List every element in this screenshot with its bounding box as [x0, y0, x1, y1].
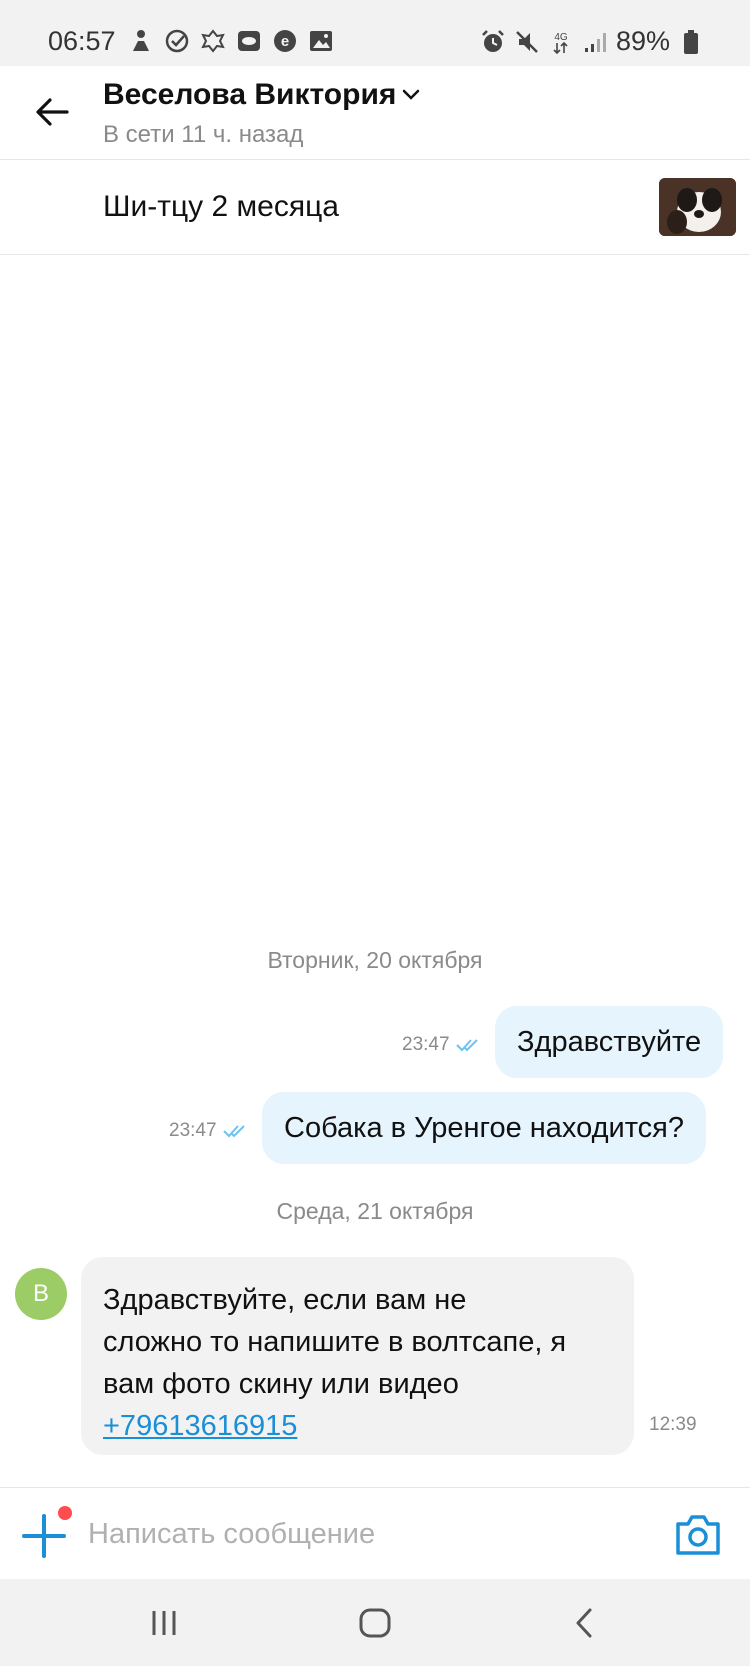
- double-check-icon: [455, 1039, 478, 1052]
- accessibility-icon: [128, 28, 154, 54]
- date-separator: Среда, 21 октября: [276, 1198, 474, 1224]
- outgoing-message[interactable]: Собака в Уренгое находится?: [262, 1092, 706, 1164]
- message-time: 12:39: [649, 1414, 697, 1435]
- network-label: 4G: [554, 32, 568, 43]
- check-circle-icon: [164, 28, 190, 54]
- home-icon: [359, 1608, 391, 1638]
- notification-dot: [58, 1506, 72, 1520]
- message-composer: [0, 1487, 750, 1579]
- back-button[interactable]: [30, 90, 74, 134]
- status-bar: 06:57 e 4G 89%: [0, 0, 750, 66]
- screen-icon: [236, 28, 262, 54]
- avatar[interactable]: В: [15, 1268, 67, 1320]
- chat-header: Веселова Виктория В сети 11 ч. назад: [0, 66, 750, 160]
- home-button[interactable]: [352, 1601, 398, 1645]
- battery-percent: 89%: [615, 26, 670, 56]
- camera-icon: [676, 1515, 720, 1555]
- dog-photo-icon: [659, 178, 736, 236]
- incoming-message[interactable]: Здравствуйте, если вам не сложно то напи…: [81, 1257, 634, 1455]
- arrow-left-icon: [36, 98, 69, 126]
- message-time: 23:47: [402, 1034, 450, 1055]
- message-line: сложно то напишите в волтсапе, я: [103, 1326, 567, 1358]
- back-nav-button[interactable]: [562, 1601, 608, 1645]
- contact-status: В сети 11 ч. назад: [103, 121, 304, 148]
- listing-title: Ши-тцу 2 месяца: [103, 190, 339, 223]
- status-left-icons: e: [128, 28, 334, 54]
- svg-text:e: e: [281, 33, 289, 50]
- message-line: Здравствуйте, если вам не: [103, 1284, 467, 1316]
- recent-apps-button[interactable]: [141, 1601, 187, 1645]
- listing-thumbnail[interactable]: [659, 178, 736, 236]
- image-icon: [308, 28, 334, 54]
- message-line: вам фото скину или видео: [103, 1368, 459, 1400]
- status-time: 06:57: [48, 26, 116, 56]
- network-4g-icon: 4G: [548, 29, 574, 55]
- status-right-icons: 4G 89%: [480, 26, 704, 57]
- alarm-icon: [480, 29, 506, 55]
- camera-button[interactable]: [674, 1512, 722, 1558]
- phone-link[interactable]: +79613616915: [103, 1410, 297, 1442]
- mute-icon: [514, 29, 540, 55]
- battery-icon: [678, 29, 704, 55]
- outgoing-message[interactable]: Здравствуйте: [495, 1006, 724, 1078]
- signal-icon: [582, 29, 608, 55]
- system-nav-bar: [0, 1579, 750, 1666]
- recent-apps-icon: [152, 1611, 176, 1635]
- back-nav-icon: [576, 1608, 592, 1638]
- contact-name: Веселова Виктория: [103, 78, 397, 111]
- message-meta: 23:47: [402, 1034, 482, 1056]
- contact-name-button[interactable]: Веселова Виктория: [103, 78, 420, 112]
- double-check-icon: [222, 1125, 245, 1138]
- message-meta: 23:47: [169, 1120, 249, 1142]
- message-input[interactable]: [88, 1506, 648, 1562]
- emblem-icon: [200, 28, 226, 54]
- chevron-down-icon: [403, 89, 420, 100]
- message-time: 23:47: [169, 1120, 217, 1141]
- date-separator: Вторник, 20 октября: [267, 947, 483, 973]
- listing-card[interactable]: Ши-тцу 2 месяца: [0, 160, 750, 255]
- e-icon: e: [272, 28, 298, 54]
